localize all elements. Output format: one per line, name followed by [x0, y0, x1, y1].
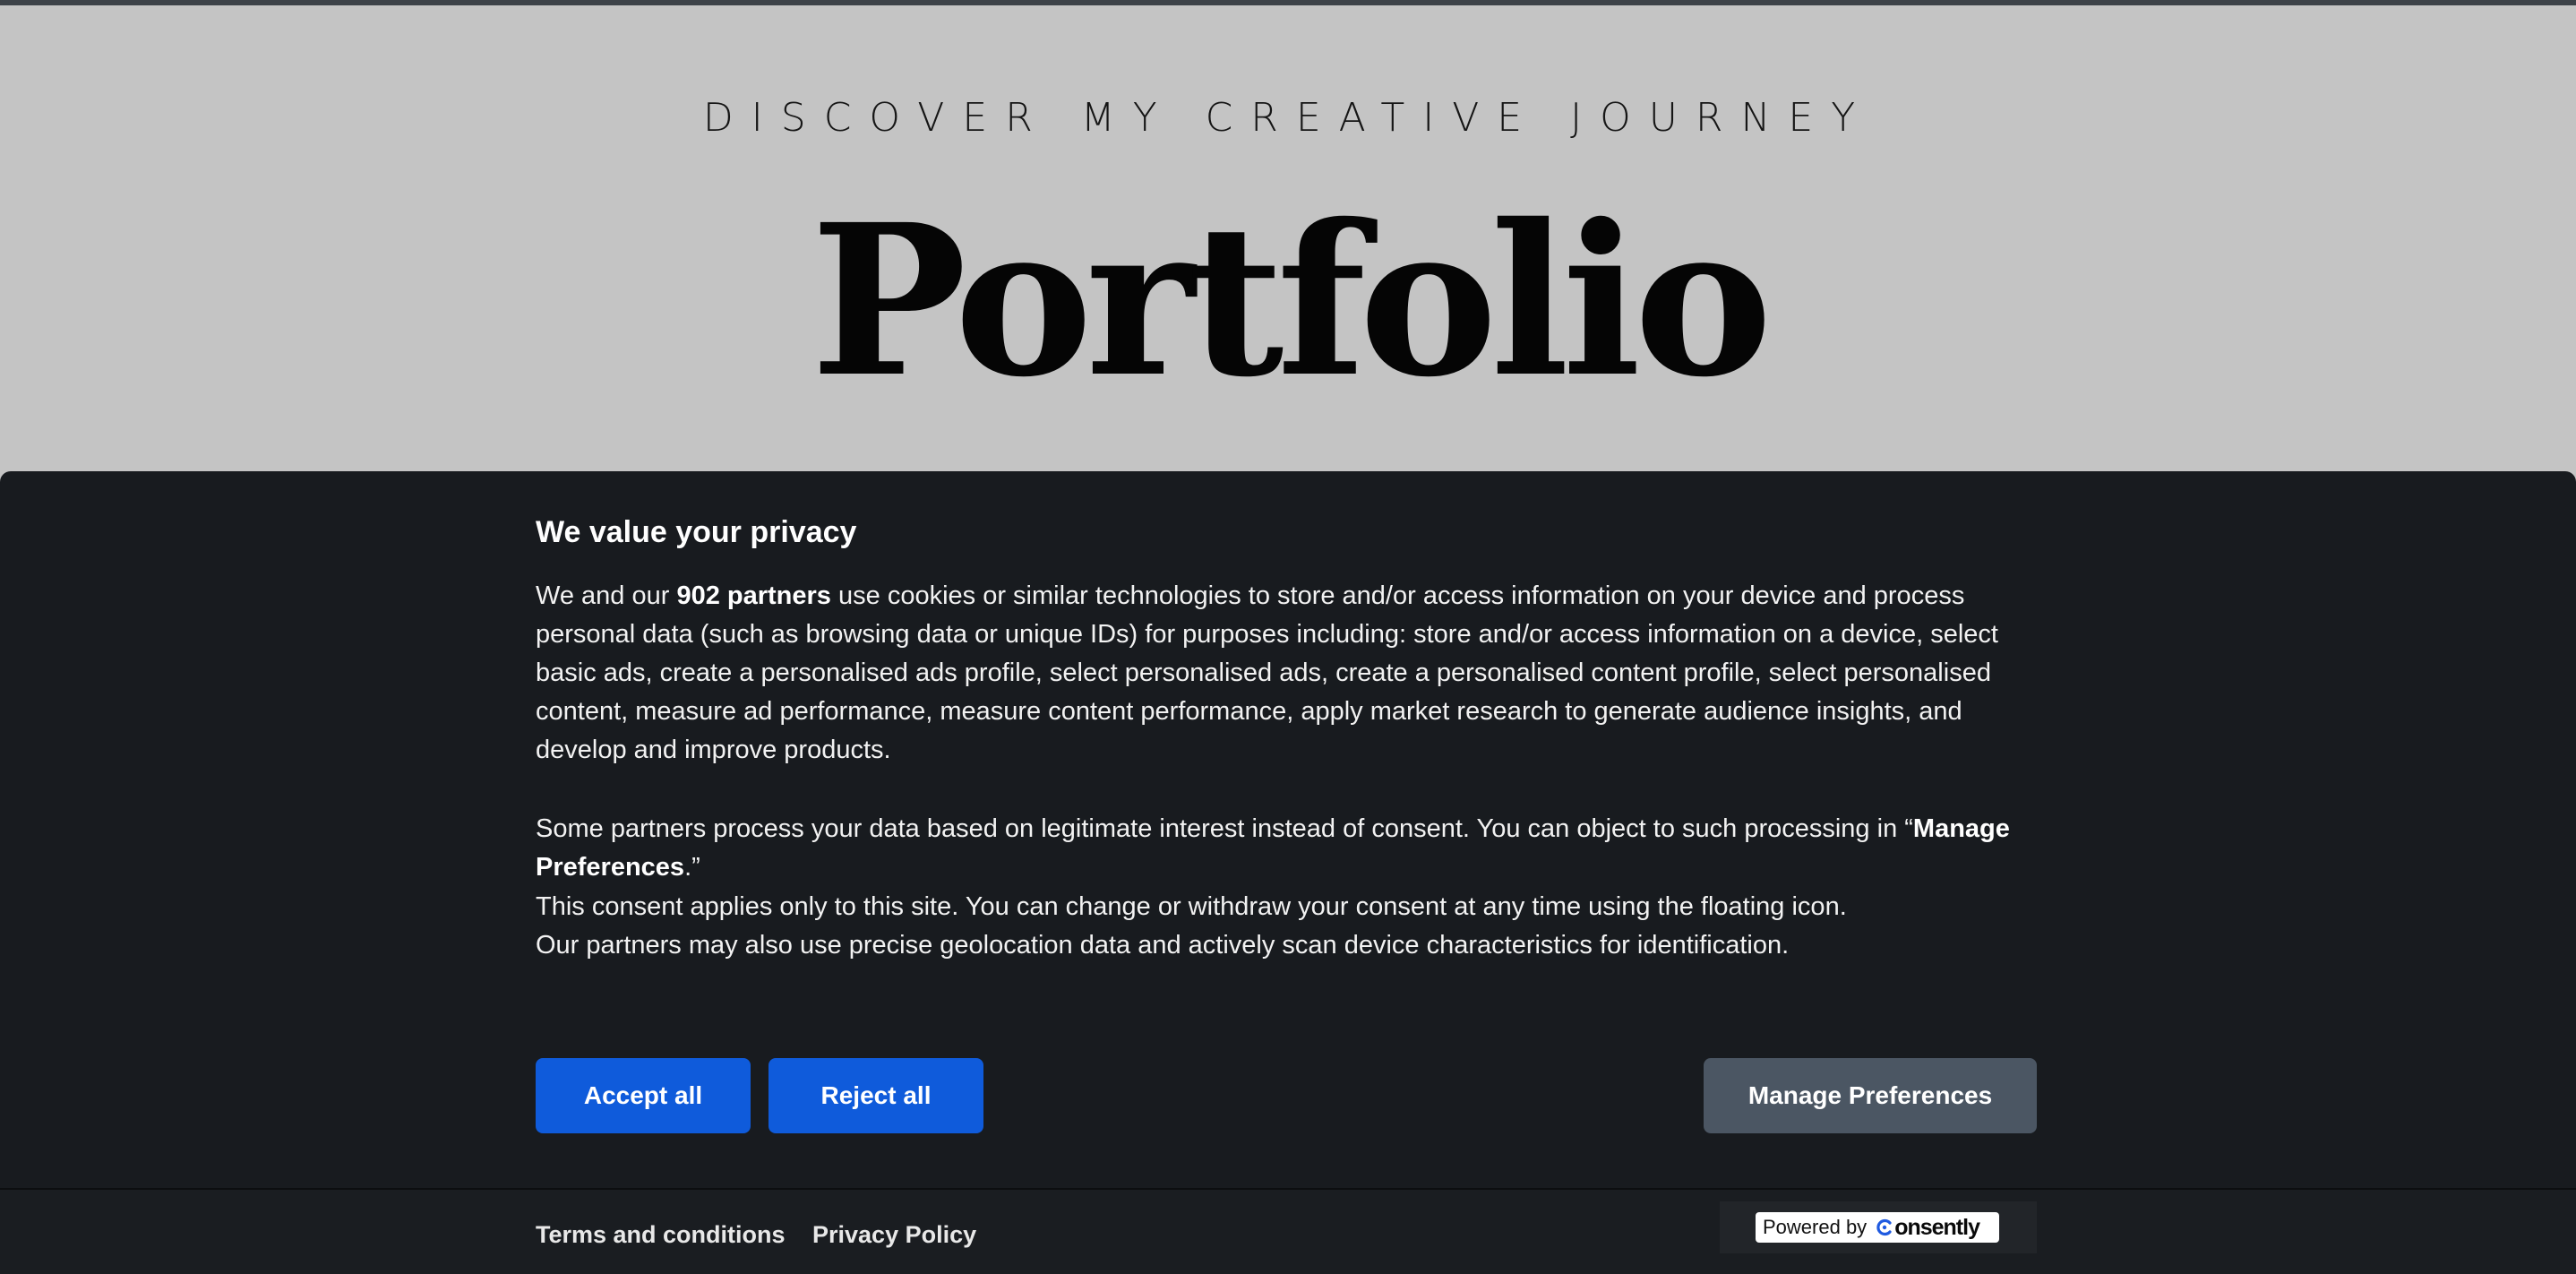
powered-by-label: Powered by: [1763, 1216, 1868, 1238]
terms-link[interactable]: Terms and conditions: [536, 1217, 786, 1252]
legitimate-interest-tail: .”: [684, 853, 700, 882]
privacy-policy-link[interactable]: Privacy Policy: [812, 1217, 976, 1252]
consently-c-icon: [1876, 1218, 1892, 1236]
powered-by-area: Powered by onsently: [1720, 1201, 2037, 1253]
legitimate-interest-text: Some partners process your data based on…: [536, 810, 2037, 887]
cookie-consent-banner: We value your privacy We and our 902 par…: [0, 471, 2576, 1274]
consently-brand-name: onsently: [1894, 1214, 1980, 1240]
consent-footer: [0, 1190, 2576, 1274]
manage-preferences-button[interactable]: Manage Preferences: [1704, 1058, 2037, 1133]
consent-scope-line2: Our partners may also use precise geoloc…: [536, 931, 1790, 960]
consent-scope-text: This consent applies only to this site. …: [536, 888, 2037, 965]
consent-title: We value your privacy: [536, 515, 857, 549]
powered-by-badge[interactable]: Powered by onsently: [1756, 1212, 1999, 1243]
partners-count: 902 partners: [676, 581, 831, 610]
consent-description-lead: We and our: [536, 581, 677, 610]
hero-title: Portfolio: [811, 178, 1773, 423]
legitimate-interest-lead: Some partners process your data based on…: [536, 814, 1913, 843]
reject-all-button[interactable]: Reject all: [769, 1058, 983, 1133]
hero-eyebrow: DISCOVER MY CREATIVE JOURNEY: [702, 95, 1874, 141]
consent-description: We and our 902 partners use cookies or s…: [536, 577, 2037, 770]
hero-section: DISCOVER MY CREATIVE JOURNEY Portfolio: [0, 5, 2576, 471]
consent-scope-line1: This consent applies only to this site. …: [536, 892, 1847, 921]
accept-all-button[interactable]: Accept all: [536, 1058, 751, 1133]
